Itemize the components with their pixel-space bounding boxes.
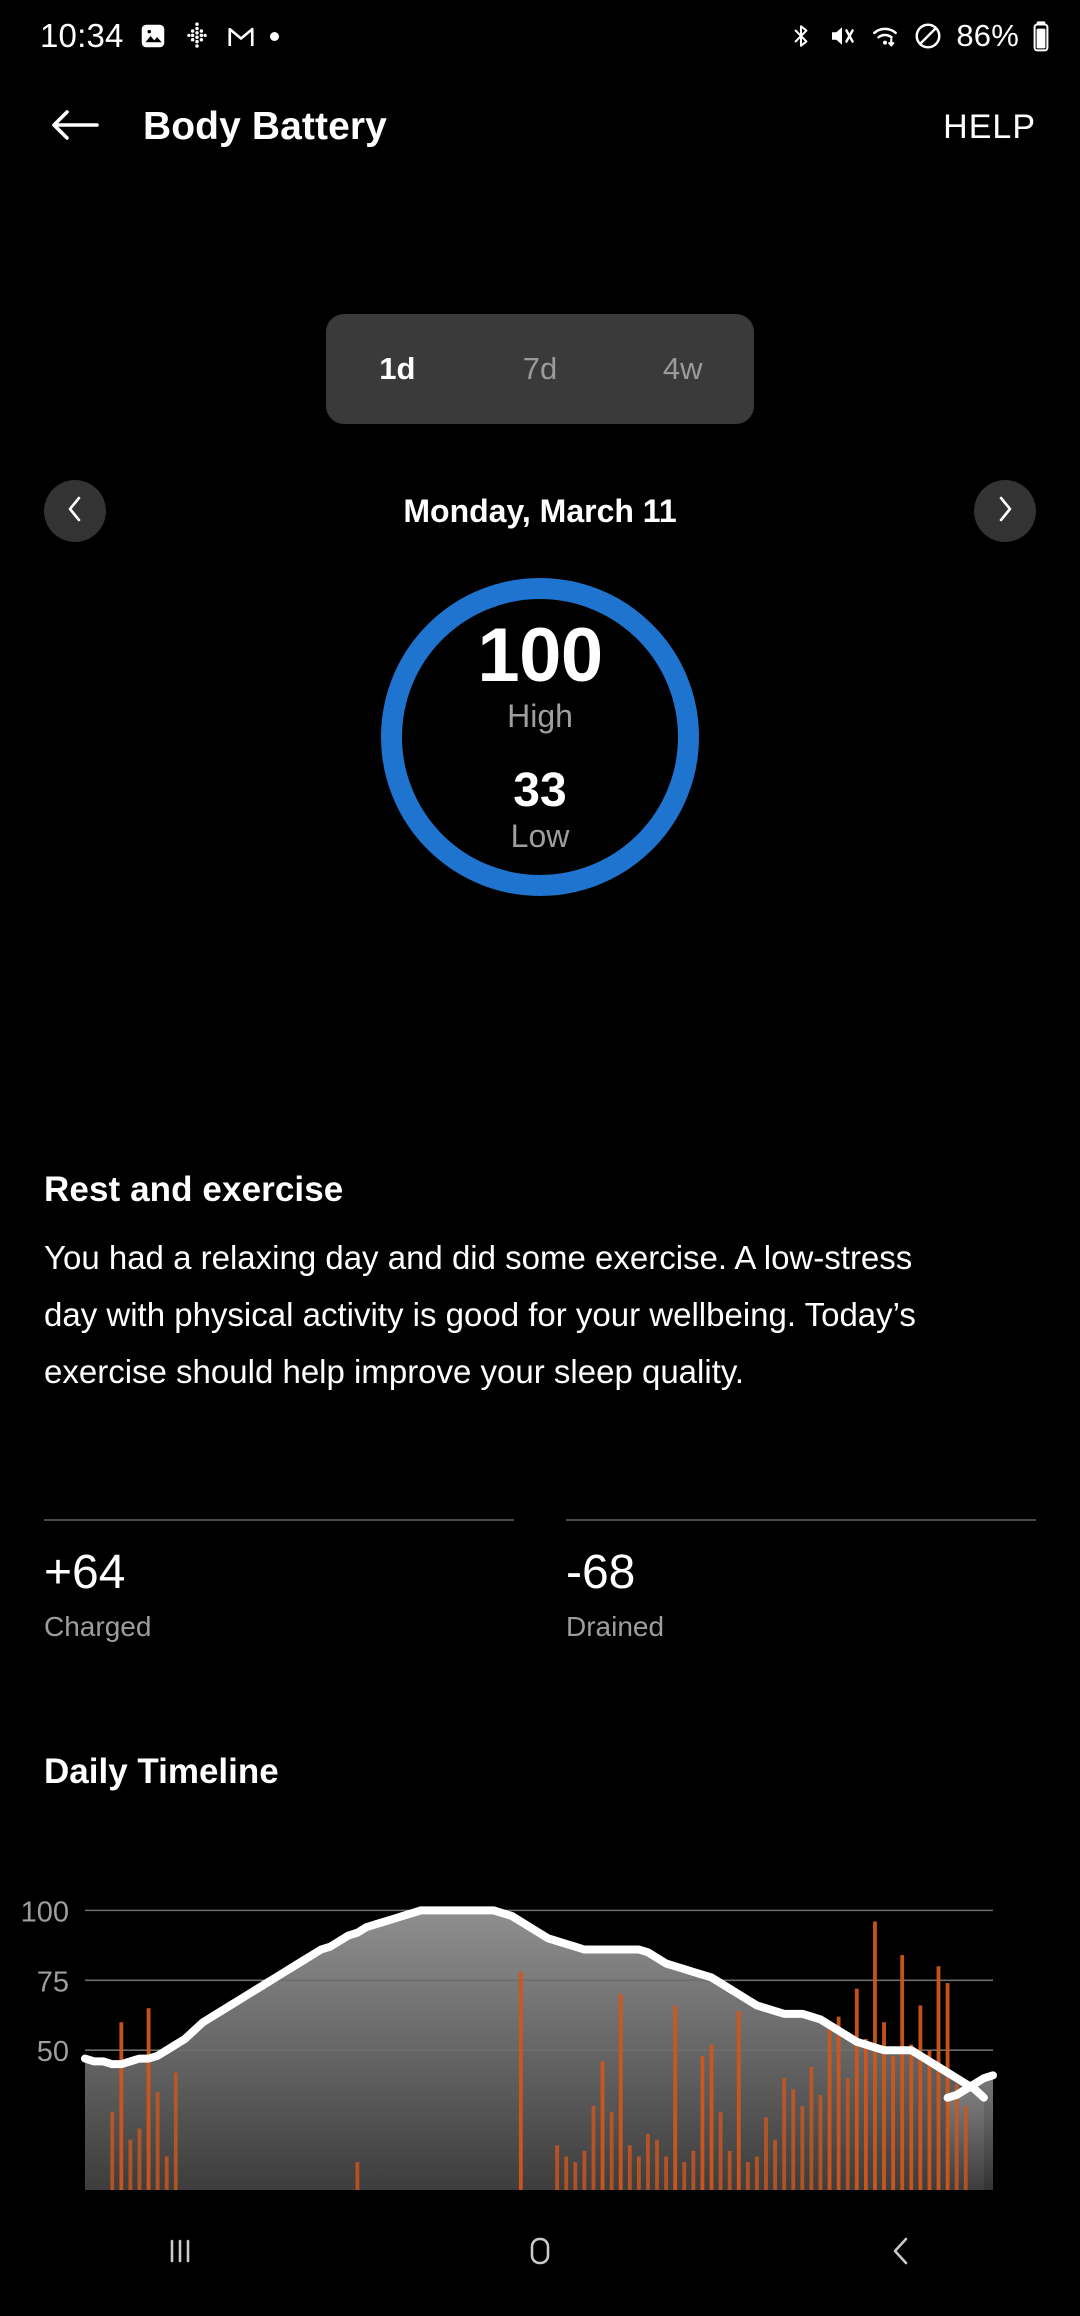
- do-not-disturb-icon: [913, 21, 943, 51]
- recents-icon: [157, 2228, 203, 2279]
- status-bar: 10:34 86%: [0, 0, 1080, 72]
- high-value: 100: [477, 613, 603, 699]
- insight-title: Rest and exercise: [44, 1170, 344, 1209]
- bluetooth-icon: [788, 21, 814, 51]
- previous-day-button[interactable]: [44, 480, 106, 542]
- status-bar-right: 86%: [788, 18, 1050, 54]
- page-title: Body Battery: [143, 105, 387, 148]
- app-screen: 10:34 86% Body Battery HELP 1d 7d 4w Mon…: [0, 0, 1080, 2316]
- stat-drained: -68 Drained: [566, 1519, 1036, 1643]
- back-button[interactable]: [44, 96, 106, 158]
- wifi-icon: [870, 21, 900, 51]
- timeline-title: Daily Timeline: [44, 1752, 279, 1791]
- battery-icon: [1032, 20, 1050, 52]
- date-navigator: Monday, March 11: [0, 478, 1080, 544]
- body-battery-ring: 100 High 33 Low: [381, 578, 699, 896]
- current-date-label: Monday, March 11: [403, 492, 677, 529]
- next-day-button[interactable]: [974, 480, 1036, 542]
- daily-timeline-chart[interactable]: 50 75 100: [0, 1880, 1080, 2200]
- status-bar-clock: 10:34: [40, 17, 124, 54]
- low-value: 33: [513, 763, 567, 817]
- body-battery-ring-container: 100 High 33 Low: [0, 578, 1080, 896]
- photos-icon: [138, 21, 168, 51]
- svg-text:50: 50: [37, 2036, 69, 2068]
- stat-charged: +64 Charged: [44, 1519, 514, 1643]
- insight-body: You had a relaxing day and did some exer…: [44, 1239, 916, 1390]
- system-nav-bar: [0, 2190, 1080, 2316]
- dot-icon: [269, 31, 279, 41]
- pattern-icon: [182, 21, 212, 51]
- back-arrow-icon: [49, 105, 101, 150]
- tab-4w[interactable]: 4w: [611, 314, 754, 424]
- nav-back-button[interactable]: [720, 2190, 1080, 2316]
- timeline-chart-svg[interactable]: 50 75 100: [0, 1880, 1080, 2200]
- high-label: High: [507, 697, 573, 734]
- drained-value: -68: [566, 1546, 636, 1599]
- chevron-right-icon: [994, 494, 1016, 529]
- status-bar-left: 10:34: [40, 17, 279, 55]
- gmail-icon: [226, 21, 256, 51]
- charge-drain-stats: +64 Charged -68 Drained: [44, 1519, 1036, 1643]
- low-label: Low: [510, 817, 570, 854]
- tab-7d[interactable]: 7d: [469, 314, 612, 424]
- charged-label: Charged: [44, 1611, 152, 1642]
- svg-text:100: 100: [21, 1896, 69, 1928]
- chevron-left-icon: [64, 494, 86, 529]
- insight-section: Rest and exercise You had a relaxing day…: [44, 1170, 1036, 1400]
- help-button[interactable]: HELP: [943, 108, 1036, 147]
- app-header: Body Battery HELP: [0, 72, 1080, 182]
- tab-1d[interactable]: 1d: [326, 314, 469, 424]
- nav-back-icon: [877, 2228, 923, 2279]
- charged-value: +64: [44, 1546, 126, 1599]
- recents-button[interactable]: [0, 2190, 360, 2316]
- mute-icon: [827, 21, 857, 51]
- home-button[interactable]: [360, 2190, 720, 2316]
- drained-label: Drained: [566, 1611, 665, 1642]
- home-icon: [517, 2228, 563, 2279]
- stat-divider: [566, 1519, 1036, 1521]
- range-tabs: 1d 7d 4w: [0, 314, 1080, 424]
- svg-text:75: 75: [37, 1966, 69, 1998]
- stat-divider: [44, 1519, 514, 1521]
- battery-percent-label: 86%: [956, 18, 1019, 53]
